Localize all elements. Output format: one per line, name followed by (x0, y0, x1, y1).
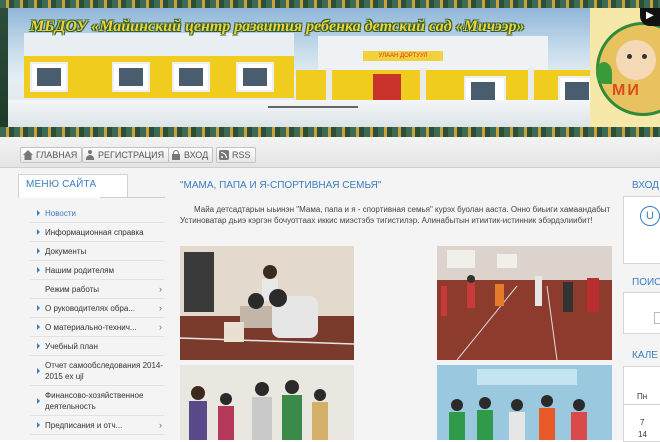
sidebar-item-label: Режим работы (45, 284, 100, 294)
chevron-right-icon: › (159, 322, 162, 332)
nav-register-button[interactable]: РЕГИСТРАЦИЯ (82, 147, 170, 163)
calendar-day[interactable]: 7 (640, 418, 644, 427)
login-u-button[interactable]: U (640, 206, 660, 226)
chevron-right-icon: › (159, 420, 162, 430)
header-photo: УЛААН ДОРТУУЛ МБДОУ «Майинский центр раз… (8, 8, 590, 127)
photo-team-banner (437, 365, 612, 440)
sidebar-item-label: Информационная справка (45, 227, 144, 237)
login-block-title: ВХОД (632, 180, 659, 191)
calendar-day[interactable]: 14 (638, 430, 647, 439)
bullet-icon (37, 343, 40, 349)
sidebar-item-finance[interactable]: Финансово-хозяйственное деятельность (30, 386, 164, 416)
lock-icon (171, 150, 181, 160)
nav-login-label: ВХОД (184, 150, 209, 160)
bullet-icon (37, 305, 40, 311)
sidebar-menu: Новости Информационная справка Документы… (30, 204, 164, 435)
fence (268, 106, 358, 116)
article-photo[interactable] (180, 246, 354, 360)
divider (623, 404, 660, 405)
sidebar-item-label: О материально-технич... (45, 322, 137, 332)
home-icon (23, 150, 33, 160)
user-icon (85, 150, 95, 160)
sidebar-item-self-report[interactable]: Отчет самообследования 2014-2015 ex ujl (30, 356, 164, 386)
article-photo[interactable] (180, 365, 354, 440)
calendar-block-title: КАЛЕ (632, 350, 658, 361)
nav-rss-button[interactable]: RSS (216, 147, 256, 163)
sidebar-item-label: Учебный план (45, 341, 98, 351)
sidebar-item-label: Документы (45, 246, 87, 256)
article-photo[interactable] (437, 246, 612, 360)
sidebar-item-label: О руководителях обра... (45, 303, 135, 313)
chevron-right-icon: › (159, 303, 162, 313)
sidebar-item-documents[interactable]: Документы (30, 242, 164, 261)
building-window (172, 62, 210, 92)
search-block-title: ПОИС (632, 277, 660, 288)
bullet-icon (37, 229, 40, 235)
bullet-icon (37, 367, 40, 374)
site-header: УЛААН ДОРТУУЛ МБДОУ «Майинский центр раз… (0, 0, 660, 137)
chevron-right-icon: › (159, 284, 162, 294)
bullet-icon (37, 267, 40, 273)
building-sign: УЛААН ДОРТУУЛ (363, 51, 443, 61)
leaf-icon (596, 62, 612, 84)
sidebar-item-info[interactable]: Информационная справка (30, 223, 164, 242)
nav-home-button[interactable]: ГЛАВНАЯ (20, 147, 83, 163)
eye-icon (627, 54, 632, 59)
nav-register-label: РЕГИСТРАЦИЯ (98, 150, 165, 160)
sidebar-item-facilities[interactable]: О материально-технич... › (30, 318, 164, 337)
calendar-day-header: Пн (637, 392, 648, 401)
sidebar-item-label: Нашим родителям (45, 265, 114, 275)
search-input[interactable] (654, 312, 660, 324)
sidebar-item-orders[interactable]: Предписания и отч... › (30, 416, 164, 435)
bullet-icon (37, 397, 40, 404)
eye-icon (642, 54, 647, 59)
article-body: Майа детсадтарын ыьинэн "Мама, папа и я … (180, 205, 611, 225)
logo-letters: МИ (612, 82, 641, 99)
rss-icon (219, 150, 229, 160)
nav-rss-label: RSS (232, 150, 251, 160)
building-left (24, 56, 294, 98)
building-window (236, 62, 274, 92)
cursor-icon: ▶ (640, 8, 660, 26)
bullet-icon (37, 210, 40, 216)
sidebar-item-schedule[interactable]: Режим работы › (30, 280, 164, 299)
ornament-border-top (0, 0, 660, 8)
site-logo[interactable]: МИ ▶ (590, 8, 660, 127)
divider (100, 197, 165, 198)
sidebar-title: МЕНЮ САЙТА (26, 179, 97, 190)
ornament-border-bottom (0, 127, 660, 137)
sidebar-item-curriculum[interactable]: Учебный план (30, 337, 164, 356)
photo-family-floor (180, 246, 354, 360)
nav-home-label: ГЛАВНАЯ (36, 150, 78, 160)
sidebar-item-news[interactable]: Новости (30, 204, 164, 223)
bullet-icon (37, 248, 40, 254)
building-window (112, 62, 150, 92)
top-nav: ГЛАВНАЯ РЕГИСТРАЦИЯ ВХОД RSS (0, 137, 660, 168)
cursor-glyph: ▶ (646, 10, 654, 21)
photo-gym-relay (437, 246, 612, 360)
photo-family-group (180, 365, 354, 440)
sidebar-item-leaders[interactable]: О руководителях обра... › (30, 299, 164, 318)
article-photo[interactable] (437, 365, 612, 440)
sidebar-item-label: Предписания и отч... (45, 420, 123, 430)
sidebar-item-parents[interactable]: Нашим родителям (30, 261, 164, 280)
article-title[interactable]: "МАМА, ПАПА И Я-СПОРТИВНАЯ СЕМЬЯ" (180, 180, 381, 191)
bullet-icon (37, 324, 40, 330)
child-face-icon (616, 40, 656, 80)
site-title[interactable]: МБДОУ «Майинский центр развития ребенка … (30, 18, 524, 36)
building-window (30, 62, 68, 92)
sidebar-header: МЕНЮ САЙТА (18, 175, 126, 197)
bullet-icon (37, 422, 40, 428)
nav-login-button[interactable]: ВХОД (168, 147, 214, 163)
sidebar-item-label: Новости (45, 208, 76, 218)
sidebar-item-label: Отчет самообследования 2014-2015 ex ujl (45, 360, 164, 381)
sidebar-item-label: Финансово-хозяйственное деятельность (45, 390, 144, 411)
